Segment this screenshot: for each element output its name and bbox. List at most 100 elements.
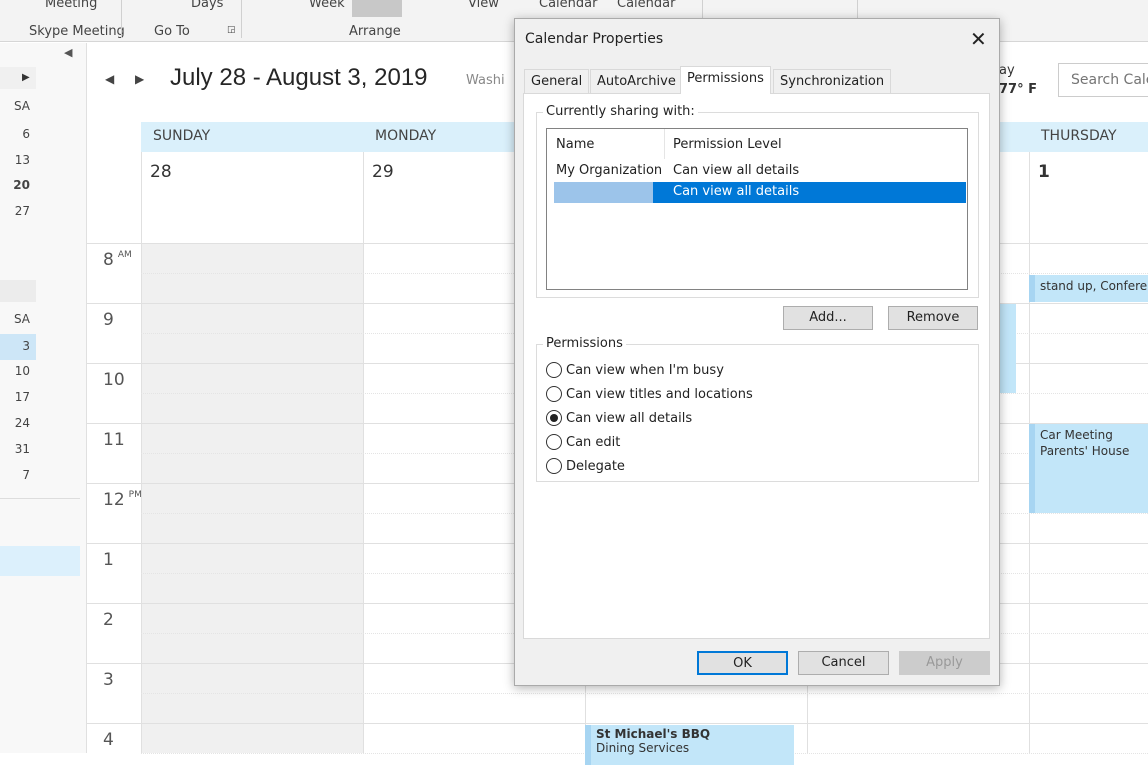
tab-permissions[interactable]: Permissions	[680, 66, 771, 94]
sharing-label: Currently sharing with:	[543, 104, 698, 119]
radio-all-details[interactable]: Can view all details	[546, 410, 692, 426]
calendar-dropdown[interactable]: Calendar ˅	[539, 0, 608, 11]
calendar-event-standup[interactable]: stand up, Confere	[1029, 275, 1148, 302]
search-input[interactable]	[1058, 63, 1148, 97]
mini-day[interactable]: 3	[0, 339, 30, 353]
mini-day[interactable]: 24	[0, 416, 30, 430]
folder-item-selected[interactable]	[0, 546, 80, 576]
weather-day: ay	[999, 63, 1015, 78]
hour-number: 4	[103, 730, 114, 750]
sharing-list[interactable]: Name Permission Level My Organization Ca…	[546, 128, 968, 290]
am-pm: PM	[128, 490, 142, 500]
next-week-icon[interactable]: ▶	[135, 72, 144, 86]
hour-label: 9	[86, 310, 141, 330]
days-button[interactable]: Days	[191, 0, 223, 11]
mini-day[interactable]: 31	[0, 442, 30, 456]
weather-temp: 77° F	[999, 82, 1037, 97]
column-header-permission[interactable]: Permission Level	[673, 137, 782, 152]
selected-row[interactable]: Can view all details	[554, 182, 966, 203]
calendar-event-bbq[interactable]: St Michael's BBQ Dining Services	[585, 725, 794, 765]
calendar-event-car-meeting[interactable]: Car Meeting Parents' House	[1029, 424, 1148, 513]
day-number[interactable]: 1	[1029, 162, 1050, 182]
next-month-icon[interactable]: ▶	[22, 72, 30, 83]
mini-day[interactable]: 13	[0, 153, 30, 167]
cancel-button[interactable]: Cancel	[798, 651, 889, 675]
navigation-pane: ◀ ▶ SA 6 13 20 27 SA 3 10 17 24 31 7	[0, 43, 86, 753]
hour-label: 8 AM	[86, 250, 141, 270]
radio-titles[interactable]: Can view titles and locations	[546, 386, 753, 402]
remove-button[interactable]: Remove	[888, 306, 978, 330]
tab-synchronization[interactable]: Synchronization	[773, 69, 892, 93]
calendar-dropdown[interactable]: Calendar ˅	[617, 0, 686, 11]
group-label: Skype Meeting	[29, 24, 125, 39]
tab-autoarchive[interactable]: AutoArchive	[590, 69, 683, 93]
dialog-title: Calendar Properties	[525, 31, 664, 47]
hour-number: 9	[103, 310, 114, 330]
radio-busy[interactable]: Can view when I'm busy	[546, 362, 724, 378]
redacted-name	[554, 182, 653, 203]
column-header-name[interactable]: Name	[556, 137, 594, 152]
hour-number: 10	[103, 370, 125, 390]
mini-day[interactable]: 10	[0, 364, 30, 378]
day-number[interactable]: 29	[363, 162, 394, 182]
weekday-label: SA	[13, 312, 30, 326]
hour-number: 8	[103, 250, 114, 270]
radio-label: Can view when I'm busy	[566, 362, 724, 378]
radio-label: Delegate	[566, 458, 625, 474]
radio-checked-icon[interactable]	[546, 410, 562, 426]
week-button[interactable]: Week	[309, 0, 345, 11]
radio-label: Can view all details	[566, 410, 693, 426]
calendar-properties-dialog: Calendar Properties ✕ General AutoArchiv…	[514, 18, 1000, 686]
day-header-sunday: SUNDAY	[141, 122, 363, 152]
radio-icon[interactable]	[546, 386, 562, 402]
divider	[664, 129, 665, 159]
apply-button[interactable]: Apply	[899, 651, 990, 675]
radio-delegate[interactable]: Delegate	[546, 458, 625, 474]
hour-number: 12	[103, 490, 125, 510]
group-label: Go To	[154, 24, 190, 39]
radio-edit[interactable]: Can edit	[546, 434, 620, 450]
hour-label: 2	[86, 610, 141, 630]
event-location: Parents' House	[1040, 444, 1130, 458]
collapse-icon[interactable]: ◀	[64, 46, 72, 59]
event-title: Car Meeting	[1040, 428, 1113, 442]
close-icon[interactable]: ✕	[970, 27, 987, 51]
radio-label: Can view titles and locations	[566, 386, 753, 402]
hour-label: 10	[86, 370, 141, 390]
row-level[interactable]: Can view all details	[673, 163, 799, 178]
ok-button[interactable]: OK	[697, 651, 788, 675]
radio-icon[interactable]	[546, 434, 562, 450]
am-pm: AM	[117, 250, 132, 260]
hour-number: 1	[103, 550, 114, 570]
mini-day[interactable]: 7	[0, 468, 30, 482]
previous-week-icon[interactable]: ◀	[105, 72, 114, 86]
dialog-launcher-icon[interactable]: ◲	[227, 25, 236, 35]
row-name[interactable]: My Organization	[556, 163, 662, 178]
radio-icon[interactable]	[546, 362, 562, 378]
view-button[interactable]	[352, 0, 402, 17]
mini-day[interactable]: 6	[0, 127, 30, 141]
mini-day[interactable]: 27	[0, 204, 30, 218]
divider	[86, 43, 87, 753]
view-label[interactable]: View	[468, 0, 499, 11]
mini-day[interactable]: 17	[0, 390, 30, 404]
tab-general[interactable]: General	[524, 69, 590, 93]
hour-number: 11	[103, 430, 125, 450]
day-number[interactable]: 28	[141, 162, 172, 182]
divider	[0, 498, 80, 499]
event-title: St Michael's BBQ	[596, 727, 711, 741]
add-button[interactable]: Add...	[783, 306, 873, 330]
hour-label: 1	[86, 550, 141, 570]
radio-label: Can edit	[566, 434, 621, 450]
hour-number: 2	[103, 610, 114, 630]
mini-day[interactable]: 20	[0, 178, 30, 192]
radio-icon[interactable]	[546, 458, 562, 474]
meeting-button[interactable]: Meeting	[45, 0, 97, 11]
group-label: Arrange	[349, 24, 401, 39]
hour-label: 12 PM	[86, 490, 142, 510]
month-header	[0, 280, 36, 302]
weather-location[interactable]: Washi	[466, 73, 505, 88]
month-header	[0, 67, 36, 89]
hour-label: 4	[86, 730, 141, 750]
day-header-thursday: THURSDAY	[1029, 122, 1148, 152]
